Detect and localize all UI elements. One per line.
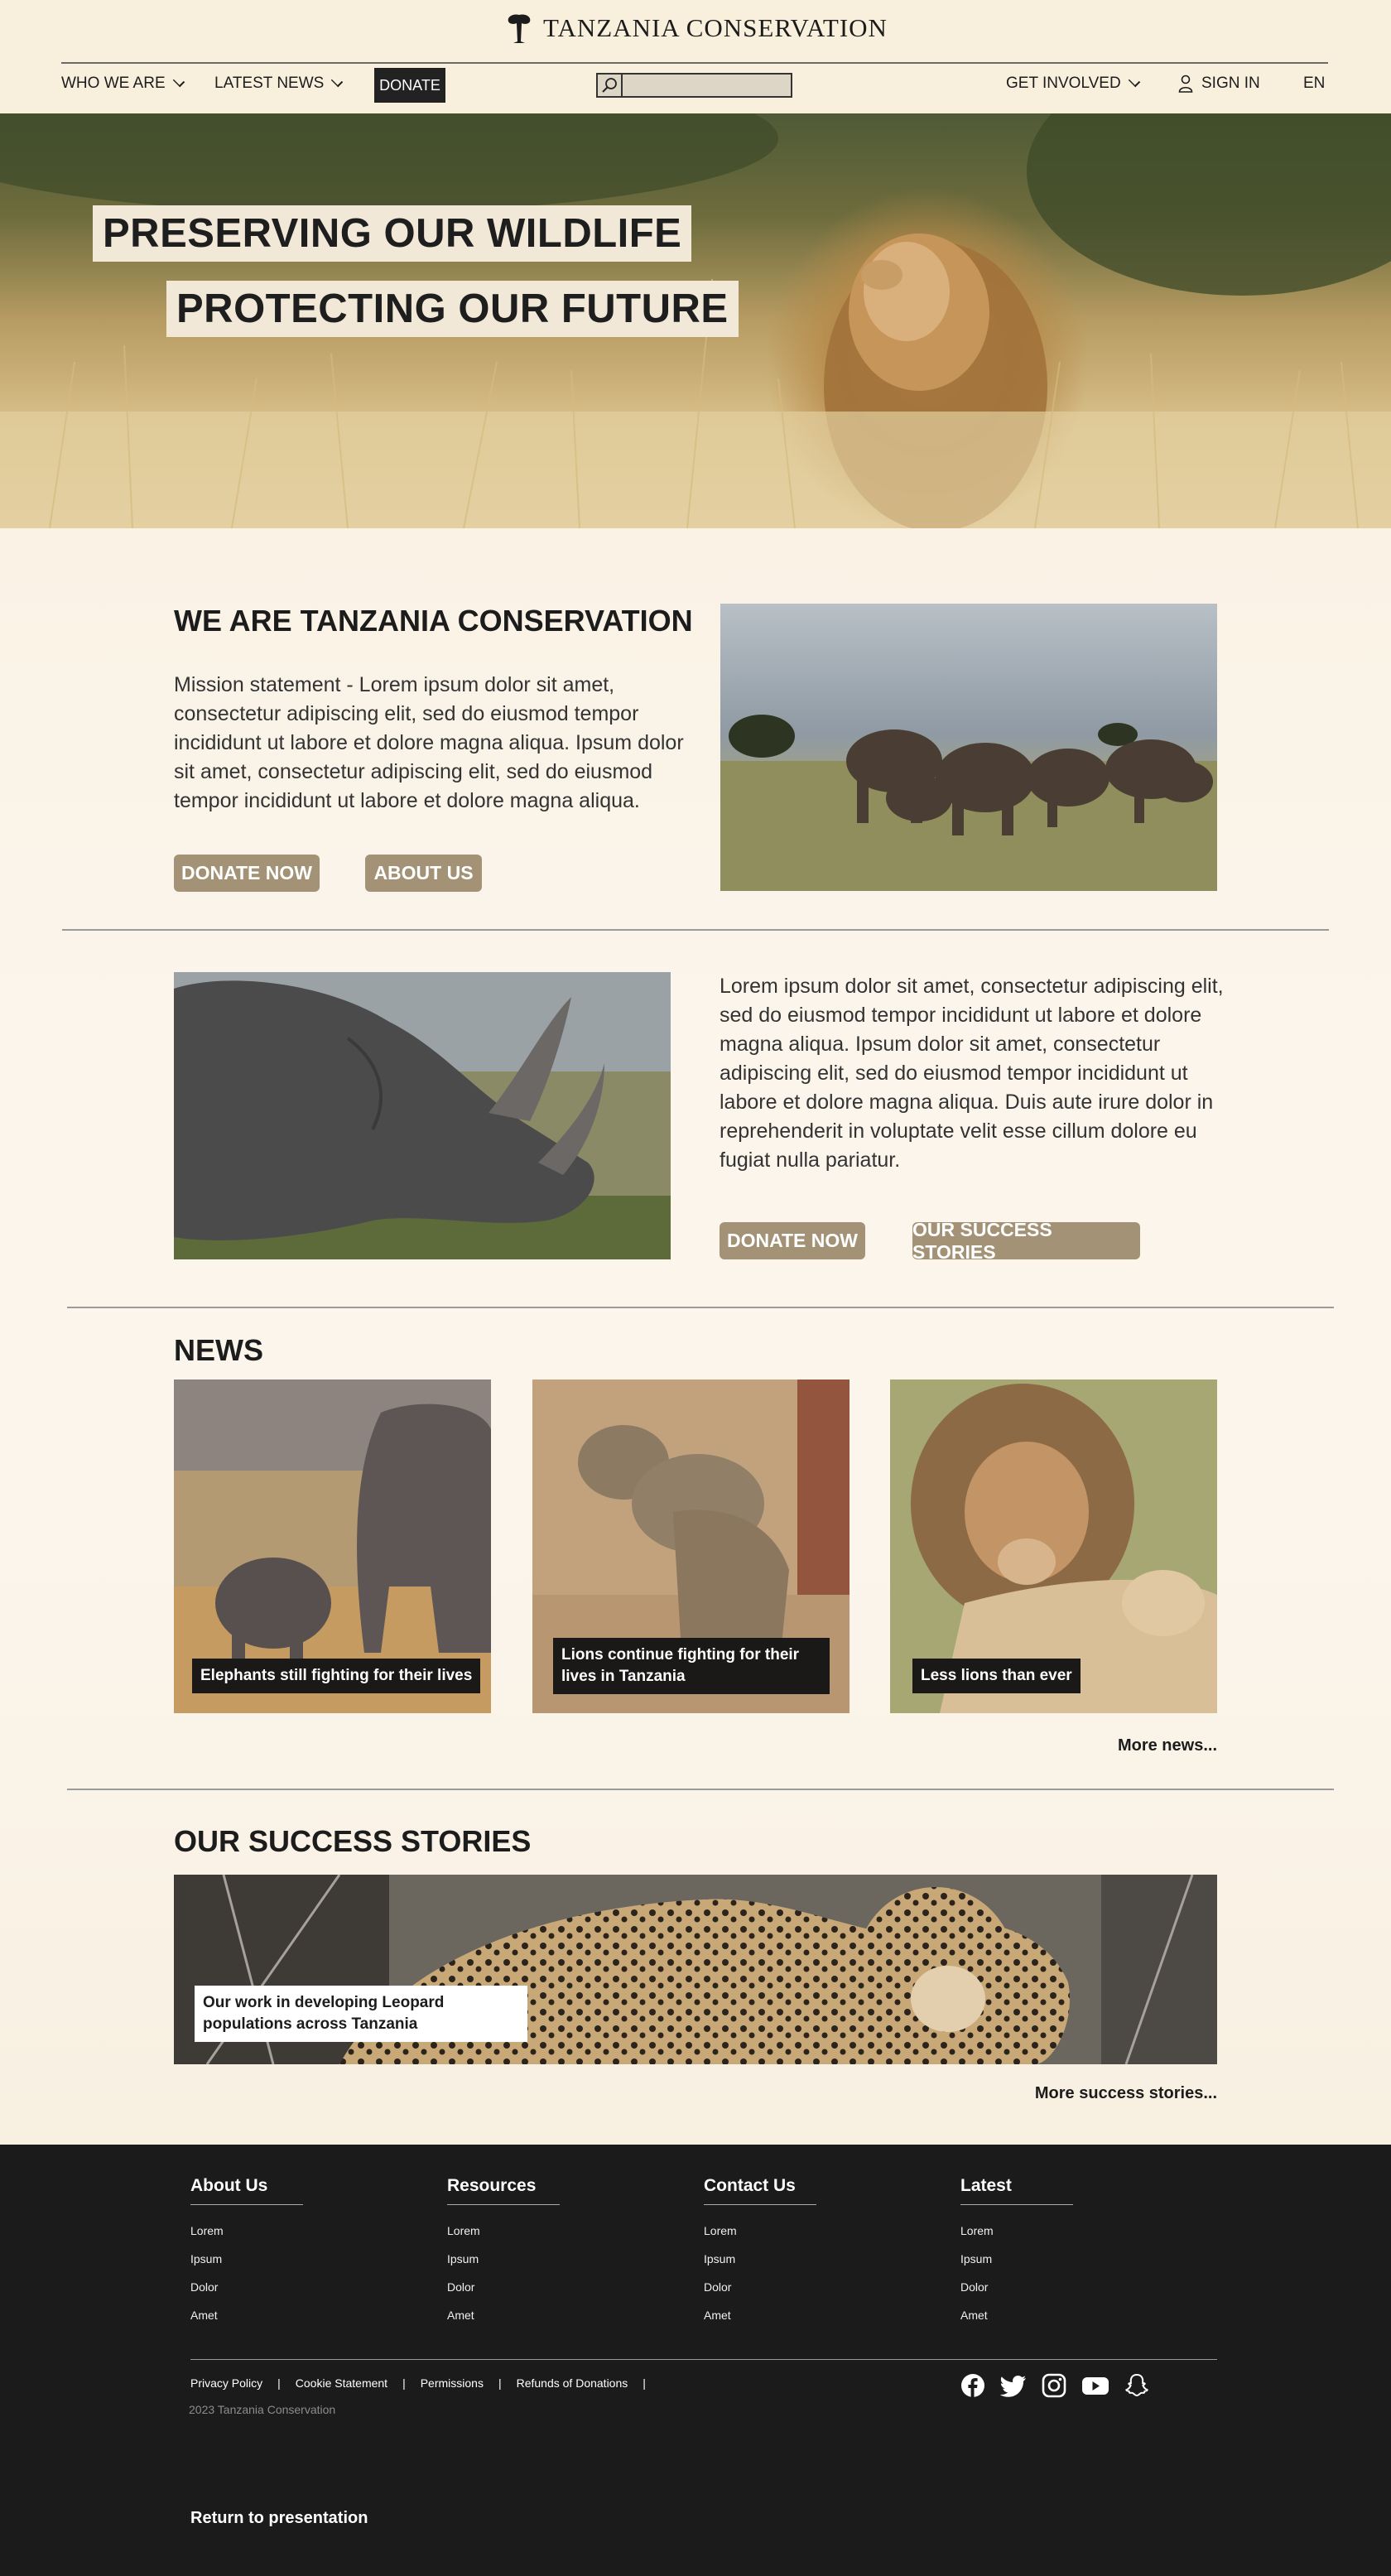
elephant-herd-image xyxy=(720,604,1217,891)
footer-column-title: Resources xyxy=(447,2176,560,2205)
user-icon xyxy=(1178,75,1193,93)
footer-link[interactable]: Ipsum xyxy=(447,2245,560,2273)
section-divider xyxy=(67,1789,1334,1790)
header-divider xyxy=(61,62,1328,64)
nav-who-we-are-label: WHO WE ARE xyxy=(61,75,166,92)
news-card-lion[interactable]: Less lions than ever xyxy=(890,1379,1217,1713)
footer-link[interactable]: Ipsum xyxy=(960,2245,1073,2273)
nav-latest-news[interactable]: LATEST NEWS xyxy=(214,75,344,93)
mission-statement: Mission statement - Lorem ipsum dolor si… xyxy=(174,673,684,812)
baobab-tree-icon xyxy=(508,14,531,43)
copyright: 2023 Tanzania Conservation xyxy=(189,2403,336,2416)
footer-link[interactable]: Ipsum xyxy=(190,2245,303,2273)
nav-latest-news-label: LATEST NEWS xyxy=(214,75,325,92)
separator: | xyxy=(498,2376,502,2390)
hero-banner: PRESERVING OUR WILDLIFE PROTECTING OUR F… xyxy=(0,113,1391,528)
donate-now-button[interactable]: DONATE NOW xyxy=(174,855,320,892)
rhino-text: Lorem ipsum dolor sit amet, consectetur … xyxy=(720,975,1224,1172)
separator: | xyxy=(277,2376,281,2390)
language-selector[interactable]: EN xyxy=(1303,75,1325,93)
youtube-icon[interactable] xyxy=(1081,2373,1109,2398)
separator: | xyxy=(402,2376,406,2390)
footer-link[interactable]: Amet xyxy=(704,2301,816,2329)
privacy-policy-link[interactable]: Privacy Policy xyxy=(190,2376,262,2390)
footer-divider xyxy=(190,2359,1217,2360)
nav-donate-button[interactable]: DONATE xyxy=(374,68,445,103)
about-us-button[interactable]: ABOUT US xyxy=(365,855,482,892)
news-card-elephants[interactable]: Elephants still fighting for their lives xyxy=(174,1379,491,1713)
section-divider xyxy=(62,929,1329,931)
facebook-icon[interactable] xyxy=(960,2373,985,2398)
cookie-statement-link[interactable]: Cookie Statement xyxy=(296,2376,387,2390)
footer-link[interactable]: Lorem xyxy=(190,2217,303,2245)
search-button[interactable] xyxy=(598,75,623,96)
about-heading: WE ARE TANZANIA CONSERVATION xyxy=(174,604,693,638)
section-divider xyxy=(67,1307,1334,1308)
chevron-down-icon xyxy=(172,75,185,88)
chevron-down-icon xyxy=(1128,75,1140,88)
sign-in-link[interactable]: SIGN IN xyxy=(1178,75,1260,93)
footer-column-latest: Latest Lorem Ipsum Dolor Amet xyxy=(960,2176,1073,2329)
footer-link[interactable]: Amet xyxy=(960,2301,1073,2329)
footer-link[interactable]: Lorem xyxy=(960,2217,1073,2245)
news-caption: Elephants still fighting for their lives xyxy=(192,1659,481,1693)
success-caption: Our work in developing Leopard populatio… xyxy=(195,1986,527,2042)
footer-link[interactable]: Amet xyxy=(447,2301,560,2329)
more-news-link[interactable]: More news... xyxy=(1052,1736,1217,1755)
donate-now-button-2[interactable]: DONATE NOW xyxy=(720,1222,865,1259)
footer-link[interactable]: Dolor xyxy=(190,2273,303,2301)
brand[interactable]: TANZANIA CONSERVATION xyxy=(0,12,1391,49)
leopard-image[interactable]: Our work in developing Leopard populatio… xyxy=(174,1875,1217,2064)
search-input[interactable] xyxy=(623,75,792,96)
snapchat-icon[interactable] xyxy=(1124,2373,1149,2398)
brand-name: TANZANIA CONSERVATION xyxy=(543,13,888,42)
footer-link[interactable]: Dolor xyxy=(704,2273,816,2301)
permissions-link[interactable]: Permissions xyxy=(421,2376,484,2390)
sign-in-label: SIGN IN xyxy=(1201,75,1260,92)
footer-legal-links: Privacy Policy | Cookie Statement | Permis… xyxy=(190,2376,661,2390)
footer-link[interactable]: Lorem xyxy=(447,2217,560,2245)
social-links xyxy=(960,2373,1149,2398)
success-heading: OUR SUCCESS STORIES xyxy=(174,1824,532,1858)
nav-get-involved[interactable]: GET INVOLVED xyxy=(1006,75,1140,93)
hero-line-2: PROTECTING OUR FUTURE xyxy=(166,281,739,337)
footer-column-about: About Us Lorem Ipsum Dolor Amet xyxy=(190,2176,303,2329)
footer-column-contact: Contact Us Lorem Ipsum Dolor Amet xyxy=(704,2176,816,2329)
footer-column-title: Latest xyxy=(960,2176,1073,2205)
chevron-down-icon xyxy=(331,75,344,88)
footer-link[interactable]: Dolor xyxy=(960,2273,1073,2301)
footer-link[interactable]: Amet xyxy=(190,2301,303,2329)
footer-link[interactable]: Dolor xyxy=(447,2273,560,2301)
nav-who-we-are[interactable]: WHO WE ARE xyxy=(61,75,185,93)
news-heading: NEWS xyxy=(174,1333,263,1367)
footer-link[interactable]: Ipsum xyxy=(704,2245,816,2273)
footer-column-resources: Resources Lorem Ipsum Dolor Amet xyxy=(447,2176,560,2329)
return-to-presentation-link[interactable]: Return to presentation xyxy=(190,2509,368,2528)
nav-get-involved-label: GET INVOLVED xyxy=(1006,75,1121,92)
news-caption: Less lions than ever xyxy=(912,1659,1081,1693)
news-caption: Lions continue fighting for their lives … xyxy=(553,1638,830,1694)
instagram-icon[interactable] xyxy=(1042,2373,1066,2398)
news-card-lions[interactable]: Lions continue fighting for their lives … xyxy=(532,1379,850,1713)
footer-column-title: About Us xyxy=(190,2176,303,2205)
twitter-icon[interactable] xyxy=(1000,2373,1027,2398)
separator: | xyxy=(643,2376,646,2390)
success-stories-button[interactable]: OUR SUCCESS STORIES xyxy=(912,1219,1140,1263)
footer-column-title: Contact Us xyxy=(704,2176,816,2205)
search-icon xyxy=(602,78,617,93)
refunds-link[interactable]: Refunds of Donations xyxy=(517,2376,628,2390)
rhino-image xyxy=(174,972,671,1259)
site-footer: About Us Lorem Ipsum Dolor Amet Resource… xyxy=(0,2145,1391,2576)
footer-link[interactable]: Lorem xyxy=(704,2217,816,2245)
site-header: TANZANIA CONSERVATION WHO WE ARE LATEST … xyxy=(0,0,1391,113)
hero-line-1: PRESERVING OUR WILDLIFE xyxy=(93,205,692,262)
search-bar xyxy=(596,73,792,98)
more-success-stories-link[interactable]: More success stories... xyxy=(969,2084,1217,2103)
